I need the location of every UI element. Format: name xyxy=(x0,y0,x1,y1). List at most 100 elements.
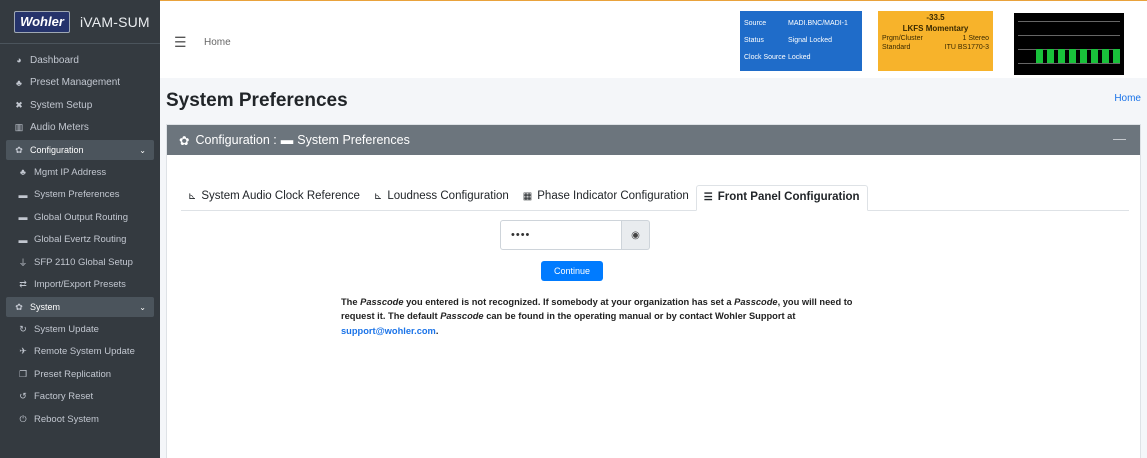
meter-gridline xyxy=(1018,35,1120,36)
meter-bar xyxy=(1058,49,1065,63)
product-name: iVAM-SUM xyxy=(80,13,150,30)
tab-front-panel-configuration[interactable]: ☰ Front Panel Configuration xyxy=(695,185,868,211)
sidebar-item-configuration[interactable]: ✿ Configuration ⌄ xyxy=(6,140,154,160)
sidebar-item-label: Global Output Routing xyxy=(34,211,129,223)
support-email-link[interactable]: support@wohler.com xyxy=(341,326,436,336)
status-value: Signal Locked xyxy=(788,37,832,44)
cluster-value: 1 Stereo xyxy=(962,35,989,42)
sidebar-item-label: Import/Export Presets xyxy=(34,279,126,291)
sidebar-item-preset-management[interactable]: ♣ Preset Management xyxy=(0,72,160,95)
card-header-subtitle: System Preferences xyxy=(297,133,410,147)
error-message: The Passcode you entered is not recogniz… xyxy=(341,295,881,338)
sidebar-item-label: Factory Reset xyxy=(34,391,94,403)
meter-bar xyxy=(1036,49,1043,63)
audio-meter[interactable] xyxy=(1014,13,1124,75)
undo-icon: ↺ xyxy=(19,391,27,402)
meter-gridline xyxy=(1018,21,1120,22)
sidebar-item-label: SFP 2110 Global Setup xyxy=(34,256,133,268)
source-status-panel: Source MADI.BNC/MADI-1 Status Signal Locke… xyxy=(740,11,862,71)
sidebar-item-global-output-routing[interactable]: ▬ Global Output Routing xyxy=(0,206,160,229)
brand[interactable]: Wohler iVAM-SUM xyxy=(0,0,160,44)
sidebar-item-dashboard[interactable]: ◕ Dashboard xyxy=(0,49,160,72)
continue-button[interactable]: Continue xyxy=(541,261,603,281)
sidebar-item-label: Remote System Update xyxy=(34,346,135,358)
breadcrumb-home-link[interactable]: Home xyxy=(1114,93,1141,104)
chevron-down-icon: ⌄ xyxy=(139,145,146,155)
card-header: ✿ Configuration : ▬ System Preferences — xyxy=(167,125,1140,155)
meter-bar xyxy=(1069,49,1076,63)
sidebar-item-label: System xyxy=(30,302,61,312)
sidebar-item-reboot-system[interactable]: ⏻ Reboot System xyxy=(0,408,160,431)
sidebar-item-label: Audio Meters xyxy=(30,122,89,134)
source-value: MADI.BNC/MADI-1 xyxy=(788,20,848,27)
message-text: can be found in the operating manual or … xyxy=(483,311,796,322)
sidebar-item-mgmt-ip-address[interactable]: ♣ Mgmt IP Address xyxy=(0,161,160,184)
message-text: . xyxy=(435,325,439,336)
passcode-input[interactable] xyxy=(500,220,622,250)
tab-label: System Audio Clock Reference xyxy=(201,190,360,202)
chart-icon: ⊾ xyxy=(373,191,383,202)
chevron-down-icon: ⌄ xyxy=(139,302,146,312)
tab-label: Front Panel Configuration xyxy=(717,191,860,203)
sidebar-item-label: Preset Management xyxy=(30,77,121,89)
sidebar-item-label: System Preferences xyxy=(34,189,120,201)
config-tabs: ⊾ System Audio Clock Reference ⊾ Loudness C… xyxy=(181,185,1129,211)
clone-icon: ❐ xyxy=(18,368,28,379)
sidebar-item-label: System Update xyxy=(34,323,99,335)
sidebar-item-global-evertz-routing[interactable]: ▬ Global Evertz Routing xyxy=(0,229,160,252)
show-password-icon[interactable]: ◉ xyxy=(622,220,650,250)
dashboard-icon: ◕ xyxy=(16,55,22,66)
keyboard-icon: ▬ xyxy=(18,189,28,200)
exchange-icon: ⇄ xyxy=(19,279,27,290)
card-header-title: Configuration : xyxy=(195,133,277,147)
network-icon: ♣ xyxy=(20,167,26,178)
keyboard-icon: ▬ xyxy=(280,133,294,147)
menu-toggle-icon[interactable]: ☰ xyxy=(174,34,187,51)
sidebar-item-system-update[interactable]: ↻ System Update xyxy=(0,318,160,341)
sidebar-item-system-setup[interactable]: ✖ System Setup xyxy=(0,94,160,117)
sidebar-item-preset-replication[interactable]: ❐ Preset Replication xyxy=(0,363,160,386)
sidebar-item-label: System Setup xyxy=(30,99,93,111)
message-emphasis: Passcode xyxy=(440,311,484,322)
meter-bar xyxy=(1113,49,1120,63)
sidebar-item-label: Dashboard xyxy=(30,54,79,66)
source-label: Source xyxy=(744,20,767,27)
sidebar-item-label: Reboot System xyxy=(34,413,99,425)
clock-source-value: Locked xyxy=(788,54,811,61)
tab-loudness-configuration[interactable]: ⊾ Loudness Configuration xyxy=(367,185,516,210)
sidebar-item-system-preferences[interactable]: ▬ System Preferences xyxy=(0,184,160,207)
sidebar-nav: ◕ Dashboard ♣ Preset Management ✖ System Setu… xyxy=(0,44,160,431)
standard-value: ITU BS1770-3 xyxy=(944,44,989,51)
sidebar-item-system[interactable]: ✿ System ⌄ xyxy=(6,297,154,317)
tab-phase-indicator-configuration[interactable]: ▦ Phase Indicator Configuration xyxy=(516,185,696,210)
loudness-mode: LKFS Momentary xyxy=(902,24,969,33)
sidebar-item-remote-system-update[interactable]: ✈ Remote System Update xyxy=(0,341,160,364)
audio-meters-icon: ▥ xyxy=(14,122,24,133)
sidebar-item-factory-reset[interactable]: ↺ Factory Reset xyxy=(0,386,160,409)
keyboard-icon: ▬ xyxy=(18,234,28,245)
cluster-label: Prgm/Cluster xyxy=(882,35,923,42)
message-emphasis: Passcode xyxy=(734,297,778,307)
clock-source-label: Clock Source xyxy=(744,54,786,61)
keyboard-icon: ▬ xyxy=(18,212,28,223)
main-content: System Preferences Home ✿ Configuration … xyxy=(160,78,1147,458)
cogs-icon: ✿ xyxy=(15,301,23,312)
sidebar-item-sfp-2110-global-setup[interactable]: ⏚ SFP 2110 Global Setup xyxy=(0,251,160,274)
sidebar-item-import-export-presets[interactable]: ⇄ Import/Export Presets xyxy=(0,274,160,297)
meter-bar xyxy=(1080,49,1087,63)
collapse-button[interactable]: — xyxy=(1113,131,1126,146)
tab-system-audio-clock-reference[interactable]: ⊾ System Audio Clock Reference xyxy=(181,185,367,210)
cog-icon: ✿ xyxy=(179,133,190,148)
sidebar-item-audio-meters[interactable]: ▥ Audio Meters xyxy=(0,117,160,140)
satellite-icon: ✈ xyxy=(19,346,27,357)
sidebar-item-label: Mgmt IP Address xyxy=(34,166,107,178)
list-icon: ☰ xyxy=(703,192,713,203)
preset-management-icon: ♣ xyxy=(16,77,22,88)
tab-label: Phase Indicator Configuration xyxy=(537,190,689,202)
tab-label: Loudness Configuration xyxy=(387,190,509,202)
preferences-card: ✿ Configuration : ▬ System Preferences —… xyxy=(166,124,1141,458)
home-link[interactable]: Home xyxy=(204,37,231,48)
message-emphasis: Passcode xyxy=(360,297,404,307)
chart-icon: ⊾ xyxy=(188,191,197,202)
loudness-panel: -33.5 LKFS Momentary Prgm/Cluster 1 Stere… xyxy=(878,11,993,71)
